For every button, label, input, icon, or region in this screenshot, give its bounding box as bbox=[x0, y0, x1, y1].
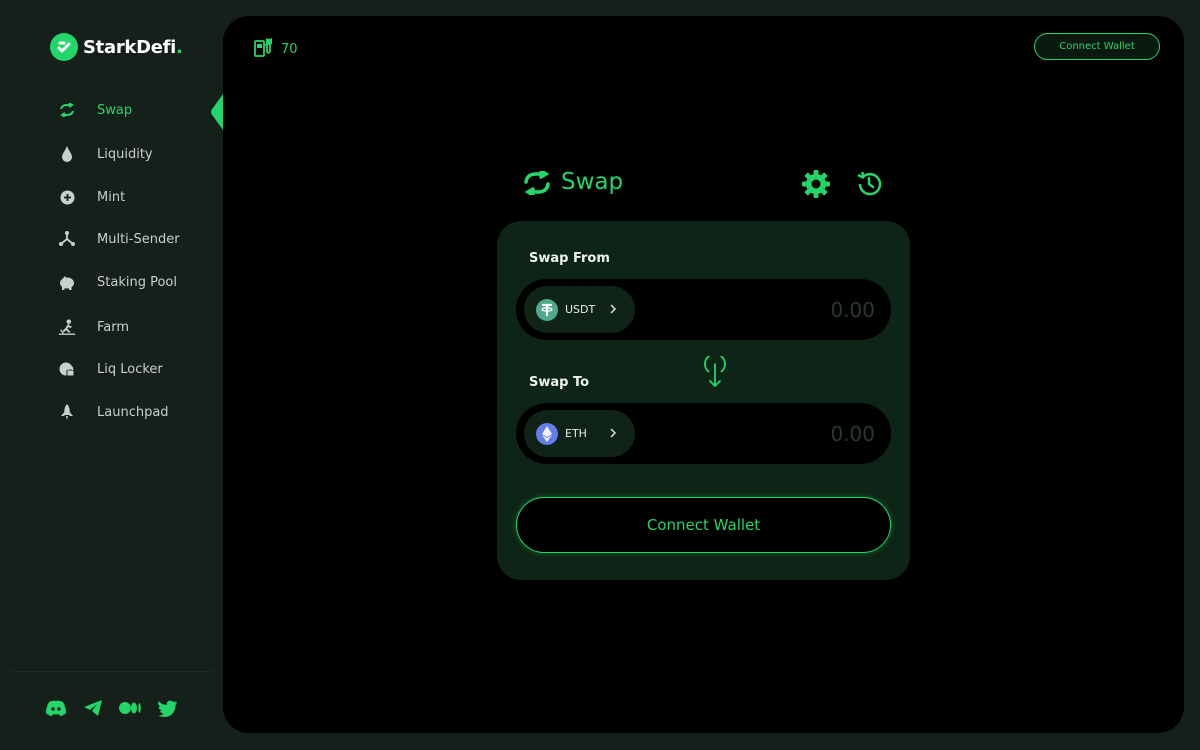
sidebar-item-staking-pool[interactable]: Staking Pool bbox=[58, 270, 218, 294]
sidebar-item-farm[interactable]: Farm bbox=[58, 315, 218, 339]
sidebar-item-label: Staking Pool bbox=[97, 274, 177, 290]
history-icon bbox=[857, 171, 882, 196]
swap-card: Swap From USDT Swap To bbox=[497, 221, 910, 580]
swap-from-label: Swap From bbox=[529, 251, 610, 266]
sidebar-item-mint[interactable]: Mint bbox=[58, 185, 218, 209]
droplet-icon bbox=[58, 145, 76, 163]
page-title: Swap bbox=[561, 169, 624, 195]
sidebar-divider bbox=[12, 671, 212, 672]
lock-icon bbox=[58, 360, 76, 378]
sidebar-item-label: Multi-Sender bbox=[97, 231, 180, 247]
arrow-down-circle-icon bbox=[704, 353, 726, 387]
swap-direction-button[interactable] bbox=[702, 353, 728, 390]
gear-icon bbox=[802, 170, 830, 198]
sidebar-item-label: Liquidity bbox=[97, 146, 153, 162]
settings-button[interactable] bbox=[801, 169, 831, 199]
sidebar-item-label: Mint bbox=[97, 189, 126, 205]
to-token-symbol: ETH bbox=[565, 427, 587, 440]
sidebar-item-launchpad[interactable]: Launchpad bbox=[58, 400, 218, 424]
telegram-icon[interactable] bbox=[82, 697, 104, 719]
swap-from-row: USDT bbox=[516, 279, 891, 340]
header-connect-wallet-button[interactable]: Connect Wallet bbox=[1034, 33, 1160, 60]
rocket-icon bbox=[58, 403, 76, 421]
discord-icon[interactable] bbox=[45, 697, 67, 719]
sidebar-item-swap[interactable]: Swap bbox=[58, 98, 218, 122]
from-token-selector[interactable]: USDT bbox=[524, 286, 635, 333]
sidebar-item-liq-locker[interactable]: Liq Locker bbox=[58, 357, 218, 381]
points-value: 70 bbox=[281, 41, 298, 57]
network-icon bbox=[58, 230, 76, 248]
brand-name: StarkDefi. bbox=[83, 36, 183, 58]
chevron-right-icon bbox=[610, 427, 617, 441]
medium-icon[interactable] bbox=[119, 697, 141, 719]
fuel-pump-icon bbox=[253, 36, 275, 62]
farmer-icon bbox=[58, 318, 76, 336]
from-amount-input[interactable] bbox=[755, 295, 875, 325]
plus-circle-icon bbox=[58, 188, 76, 206]
history-button[interactable] bbox=[855, 170, 883, 198]
social-links bbox=[45, 697, 178, 719]
swap-title-icon bbox=[523, 169, 551, 199]
chevron-right-icon bbox=[610, 303, 617, 317]
points-indicator[interactable]: 70 bbox=[253, 36, 298, 62]
to-token-selector[interactable]: ETH bbox=[524, 410, 635, 457]
swap-to-row: ETH bbox=[516, 403, 891, 464]
sidebar-item-multi-sender[interactable]: Multi-Sender bbox=[58, 227, 218, 251]
sidebar-item-label: Farm bbox=[97, 319, 130, 335]
to-amount-input[interactable] bbox=[755, 419, 875, 449]
twitter-icon[interactable] bbox=[156, 697, 178, 719]
piggy-bank-icon bbox=[58, 273, 76, 291]
sidebar-item-label: Launchpad bbox=[97, 404, 169, 420]
eth-token-icon bbox=[536, 422, 558, 445]
swap-header: Swap bbox=[523, 167, 885, 201]
starkdefi-logo-icon bbox=[50, 33, 78, 61]
sidebar-item-label: Swap bbox=[97, 102, 133, 118]
sidebar: StarkDefi. Swap Liquidity Mint Multi-Sen… bbox=[0, 0, 223, 750]
main-panel: 70 Connect Wallet Swap Swap From USDT 0.… bbox=[223, 16, 1184, 733]
connect-wallet-button[interactable]: Connect Wallet bbox=[516, 497, 891, 553]
from-token-symbol: USDT bbox=[565, 303, 596, 316]
swap-to-label: Swap To bbox=[529, 375, 590, 390]
sidebar-item-label: Liq Locker bbox=[97, 361, 163, 377]
swap-icon bbox=[58, 101, 76, 119]
usdt-token-icon bbox=[536, 298, 558, 321]
sidebar-item-liquidity[interactable]: Liquidity bbox=[58, 142, 218, 166]
brand-logo-link[interactable]: StarkDefi. bbox=[50, 33, 183, 61]
